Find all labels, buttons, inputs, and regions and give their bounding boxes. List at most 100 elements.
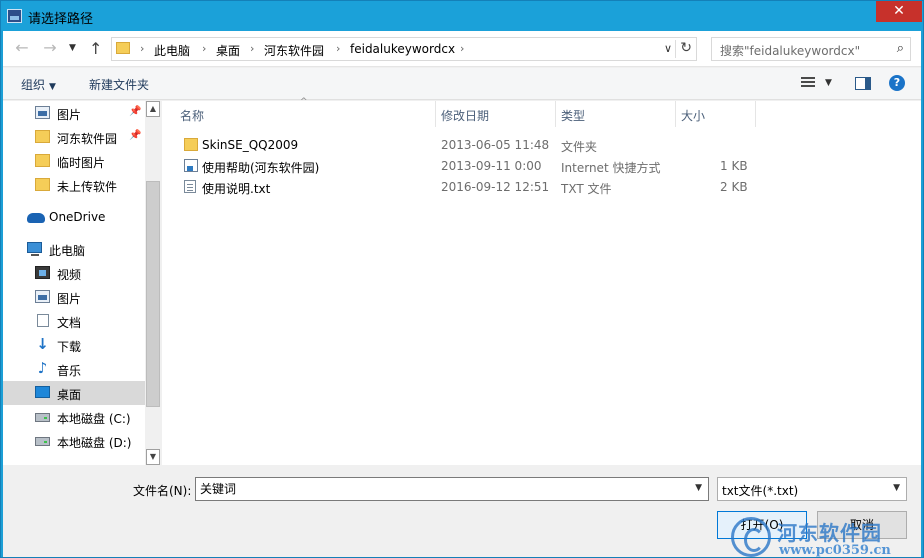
chevron-down-icon[interactable]: ∨ (664, 42, 672, 55)
sidebar-item-drive-c[interactable]: 本地磁盘 (C:) (3, 405, 145, 429)
window-title: 请选择路径 (28, 12, 94, 27)
cancel-button[interactable]: 取消 (817, 511, 907, 539)
forward-arrow-icon[interactable]: → (39, 39, 61, 59)
onedrive-icon (27, 213, 45, 223)
sidebar-item-drive-d[interactable]: 本地磁盘 (D:) (3, 429, 145, 453)
column-header-name[interactable]: 名称 (180, 107, 204, 124)
title-bar[interactable]: 请选择路径 ✕ (1, 1, 923, 31)
watermark-url: www.pc0359.cn (779, 543, 891, 558)
chevron-down-icon: ▼ (49, 82, 56, 92)
preview-pane-icon[interactable] (855, 77, 871, 90)
folder-icon (35, 178, 50, 191)
sidebar-item-desktop[interactable]: 桌面 (3, 381, 145, 405)
column-header-modified[interactable]: 修改日期 (441, 107, 489, 124)
document-icon (37, 314, 49, 327)
filetype-select[interactable]: txt文件(*.txt) ▼ (717, 477, 907, 501)
file-type: Internet 快捷方式 (561, 161, 661, 175)
folder-icon (184, 138, 198, 151)
breadcrumb-separator[interactable]: › (336, 42, 340, 55)
drive-icon (35, 413, 50, 422)
filename-label: 文件名(N): (133, 484, 192, 498)
navigation-scrollbar[interactable]: ▲ ▼ (145, 101, 161, 465)
file-dialog-window: 请选择路径 ✕ ← → ▼ ↑ › 此电脑 › 桌面 › 河东软件园 › fei… (0, 0, 924, 558)
app-icon (7, 9, 22, 23)
column-divider[interactable] (435, 101, 436, 127)
breadcrumb-hedong[interactable]: 河东软件园 (264, 42, 324, 59)
sidebar-item-downloads[interactable]: ↓ 下载 (3, 333, 145, 357)
sidebar-item-label: OneDrive (49, 210, 106, 224)
breadcrumb-current-folder[interactable]: feidalukeywordcx (350, 42, 455, 56)
sidebar-item-hedong[interactable]: 河东软件园 📌 (3, 125, 145, 149)
refresh-icon[interactable]: ↻ (680, 40, 692, 56)
scroll-up-arrow[interactable]: ▲ (146, 101, 160, 117)
sidebar-item-label: 未上传软件 (57, 180, 118, 194)
sidebar-item-label: 音乐 (57, 364, 82, 378)
up-arrow-icon[interactable]: ↑ (89, 39, 102, 58)
picture-icon (35, 106, 50, 119)
column-divider[interactable] (675, 101, 676, 127)
pin-icon[interactable]: 📌 (129, 130, 141, 141)
view-options-icon[interactable] (801, 77, 817, 90)
breadcrumb-separator[interactable]: › (250, 42, 254, 55)
file-name: 使用帮助(河东软件园) (202, 161, 320, 175)
filename-input[interactable] (200, 481, 680, 495)
scrollbar-thumb[interactable] (146, 181, 160, 407)
video-icon (35, 266, 50, 279)
navigation-pane: 图片 📌 河东软件园 📌 临时图片 未上传软件 OneDrive 此电脑 视频 … (3, 101, 161, 465)
sidebar-item-temp-pictures[interactable]: 临时图片 (3, 149, 145, 173)
sidebar-item-videos[interactable]: 视频 (3, 261, 145, 285)
chevron-down-icon[interactable]: ▼ (825, 78, 832, 88)
breadcrumb-separator[interactable]: › (202, 42, 206, 55)
pin-icon[interactable]: 📌 (129, 106, 141, 117)
breadcrumb-separator[interactable]: › (140, 42, 144, 55)
file-row[interactable]: 使用说明.txt 2016-09-12 12:51 TXT 文件 2 KB (180, 177, 760, 197)
file-row[interactable]: SkinSE_QQ2009 2013-06-05 11:48 文件夹 (180, 135, 760, 155)
text-file-icon (184, 180, 196, 193)
file-row[interactable]: 使用帮助(河东软件园) 2013-09-11 0:00 Internet 快捷方… (180, 156, 760, 176)
download-icon: ↓ (36, 335, 49, 353)
sidebar-item-label: 图片 (57, 108, 82, 122)
scroll-down-arrow[interactable]: ▼ (146, 449, 160, 465)
chevron-down-icon[interactable]: ▼ (893, 483, 900, 493)
folder-icon (116, 42, 130, 54)
sidebar-item-label: 视频 (57, 268, 82, 282)
sidebar-item-this-pc[interactable]: 此电脑 (3, 237, 145, 261)
column-header-type[interactable]: 类型 (561, 107, 585, 124)
sort-ascending-icon: ^ (300, 97, 308, 107)
sidebar-item-pictures-quick[interactable]: 图片 📌 (3, 101, 145, 125)
help-icon[interactable]: ? (889, 75, 905, 91)
file-type: 文件夹 (561, 140, 598, 154)
music-icon: ♪ (37, 359, 48, 377)
close-button[interactable]: ✕ (876, 1, 922, 22)
chevron-down-icon[interactable]: ▼ (695, 483, 702, 493)
sidebar-item-music[interactable]: ♪ 音乐 (3, 357, 145, 381)
command-toolbar: 组织 ▼ 新建文件夹 ▼ ? (3, 68, 921, 100)
sidebar-item-label: 此电脑 (49, 244, 86, 258)
file-modified: 2016-09-12 12:51 (441, 180, 550, 194)
address-divider (675, 40, 676, 58)
search-input[interactable]: 搜索"feidalukeywordcx" ⌕ (711, 37, 911, 61)
breadcrumb-this-pc[interactable]: 此电脑 (154, 42, 190, 59)
filename-combobox[interactable]: ▼ (195, 477, 709, 501)
dialog-client: ← → ▼ ↑ › 此电脑 › 桌面 › 河东软件园 › feidalukeyw… (3, 31, 921, 558)
column-divider[interactable] (755, 101, 756, 127)
file-name: SkinSE_QQ2009 (202, 138, 299, 152)
recent-locations-dropdown[interactable]: ▼ (69, 43, 76, 53)
new-folder-button[interactable]: 新建文件夹 (89, 76, 149, 93)
back-arrow-icon[interactable]: ← (11, 39, 33, 59)
organize-button[interactable]: 组织 ▼ (21, 76, 56, 93)
sidebar-item-documents[interactable]: 文档 (3, 309, 145, 333)
open-button[interactable]: 打开(O) (717, 511, 807, 539)
navigation-bar: ← → ▼ ↑ › 此电脑 › 桌面 › 河东软件园 › feidalukeyw… (3, 31, 921, 67)
filetype-value: txt文件(*.txt) (722, 484, 799, 498)
breadcrumb-separator[interactable]: › (460, 42, 464, 55)
column-divider[interactable] (555, 101, 556, 127)
column-header-size[interactable]: 大小 (681, 107, 705, 124)
sidebar-item-pictures[interactable]: 图片 (3, 285, 145, 309)
address-bar[interactable]: › 此电脑 › 桌面 › 河东软件园 › feidalukeywordcx › … (111, 37, 697, 61)
sidebar-item-label: 河东软件园 (57, 132, 118, 146)
sidebar-item-onedrive[interactable]: OneDrive (3, 205, 145, 229)
search-icon[interactable]: ⌕ (897, 41, 904, 56)
breadcrumb-desktop[interactable]: 桌面 (216, 42, 240, 59)
sidebar-item-unuploaded[interactable]: 未上传软件 (3, 173, 145, 197)
